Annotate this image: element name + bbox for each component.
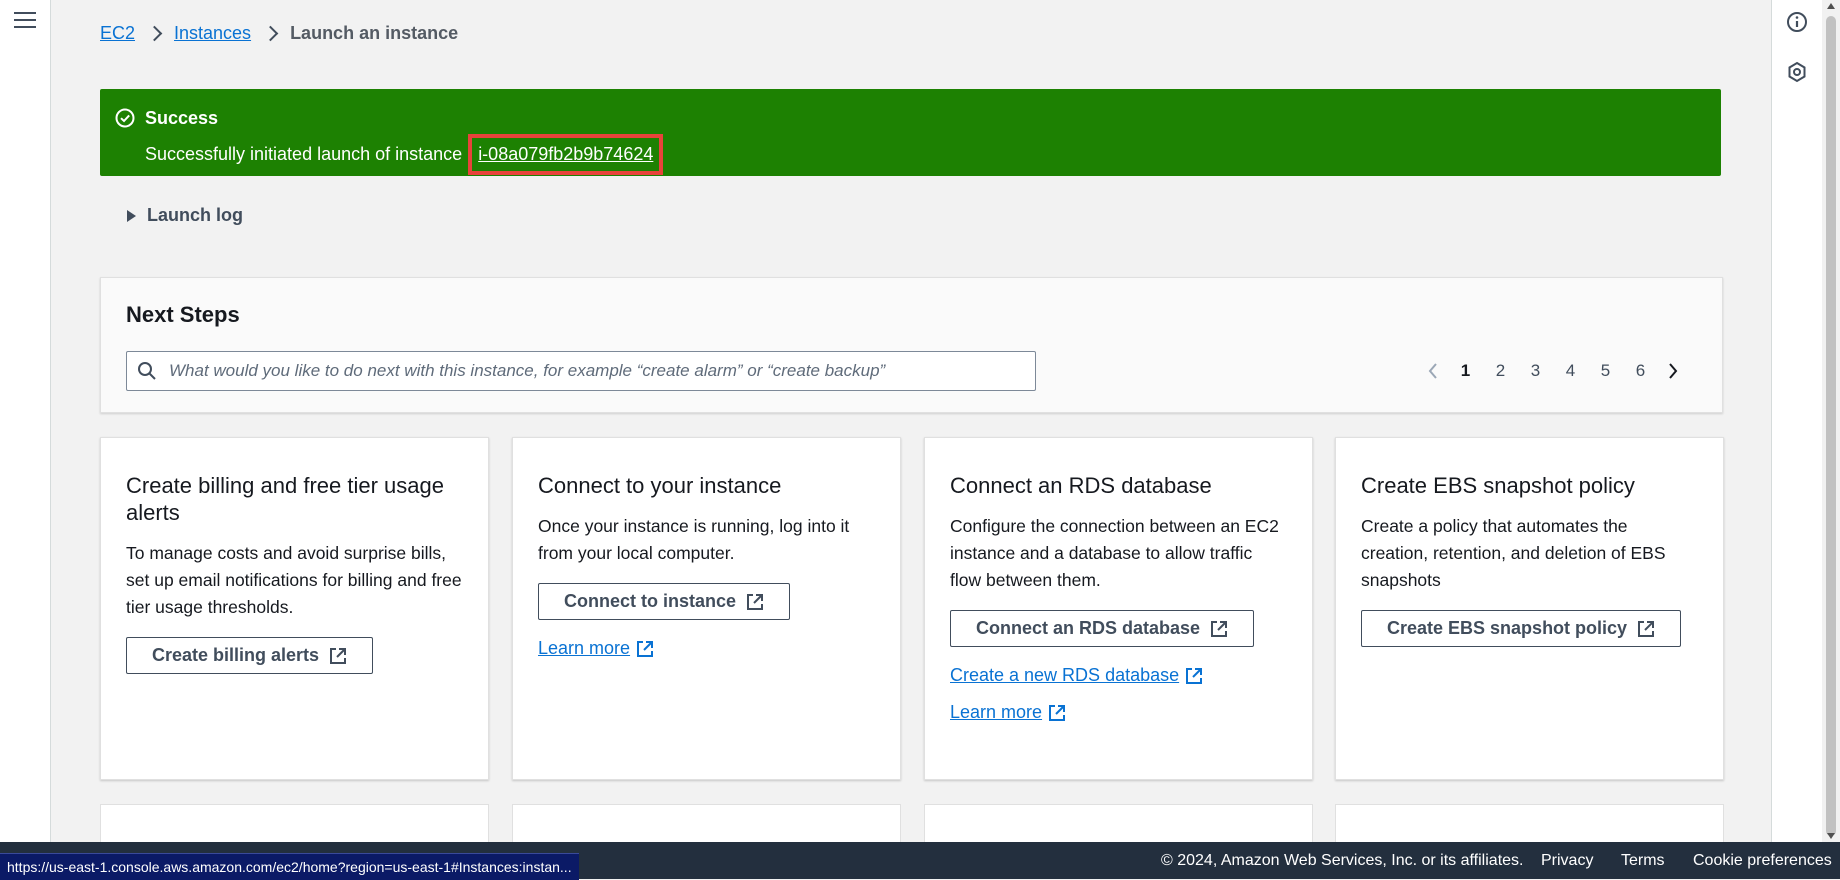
footer-privacy-link[interactable]: Privacy [1541, 852, 1593, 870]
footer-terms-link[interactable]: Terms [1621, 852, 1665, 870]
launch-log-expander[interactable]: Launch log [127, 205, 243, 226]
card-title: Create EBS snapshot policy [1361, 473, 1635, 498]
next-steps-panel: Next Steps 1 2 3 4 5 6 [100, 277, 1723, 413]
success-flashbar: Success Successfully initiated launch of… [100, 89, 1721, 176]
page-2[interactable]: 2 [1483, 361, 1518, 381]
external-link-icon [637, 640, 654, 657]
search-icon [138, 362, 156, 380]
chevron-right-icon [262, 25, 279, 42]
caret-right-icon [127, 209, 136, 222]
check-circle-icon [115, 108, 135, 128]
learn-more-link[interactable]: Learn more [538, 638, 654, 659]
browser-status-url: https://us-east-1.console.aws.amazon.com… [0, 853, 579, 880]
button-label: Connect an RDS database [976, 618, 1201, 638]
breadcrumb: EC2 Instances Launch an instance [100, 23, 458, 44]
learn-more-link[interactable]: Learn more [950, 702, 1066, 723]
breadcrumb-current: Launch an instance [290, 23, 459, 43]
external-link-icon [747, 593, 764, 610]
link-label: Learn more [950, 702, 1043, 722]
card-description: Once your instance is running, log into … [538, 516, 850, 563]
breadcrumb-instances[interactable]: Instances [174, 23, 251, 44]
link-label: Learn more [538, 638, 631, 658]
menu-icon[interactable] [14, 12, 36, 30]
external-link-icon [1638, 620, 1655, 637]
page-4[interactable]: 4 [1553, 361, 1588, 381]
page-5[interactable]: 5 [1588, 361, 1623, 381]
next-steps-search[interactable] [126, 351, 1036, 391]
page-3[interactable]: 3 [1518, 361, 1553, 381]
button-label: Connect to instance [564, 591, 737, 611]
create-ebs-snapshot-policy-button[interactable]: Create EBS snapshot policy [1361, 610, 1682, 647]
footer-copyright: © 2024, Amazon Web Services, Inc. or its… [1161, 852, 1524, 869]
next-page-button[interactable] [1658, 360, 1688, 382]
search-input[interactable] [167, 360, 1035, 382]
button-label: Create EBS snapshot policy [1387, 618, 1628, 638]
prev-page-button[interactable] [1418, 360, 1448, 382]
launch-log-label: Launch log [147, 205, 243, 225]
create-billing-alerts-button[interactable]: Create billing alerts [126, 637, 374, 674]
external-link-icon [330, 647, 347, 664]
card-row2-3 [924, 804, 1313, 845]
scroll-up-arrow-icon[interactable] [1827, 3, 1835, 9]
chevron-left-icon [1428, 363, 1437, 379]
pagination: 1 2 3 4 5 6 [1418, 360, 1688, 382]
scroll-down-arrow-icon[interactable] [1827, 833, 1835, 839]
flash-title: Success [145, 108, 219, 128]
flash-message: Successfully initiated launch of instanc… [145, 134, 664, 175]
card-description: Configure the connection between an EC2 … [950, 516, 1279, 590]
next-steps-title: Next Steps [126, 302, 240, 327]
connect-rds-database-button[interactable]: Connect an RDS database [950, 610, 1255, 647]
card-connect-rds: Connect an RDS database Configure the co… [924, 437, 1313, 780]
chevron-right-icon [1669, 363, 1678, 379]
card-title: Connect an RDS database [950, 473, 1212, 498]
card-connect-instance: Connect to your instance Once your insta… [512, 437, 901, 780]
left-nav-rail [0, 0, 51, 842]
card-ebs-snapshot: Create EBS snapshot policy Create a poli… [1335, 437, 1724, 780]
link-label: Create a new RDS database [950, 665, 1180, 685]
card-title: Connect to your instance [538, 473, 782, 498]
card-title: Create billing and free tier usage alert… [126, 473, 444, 525]
page-6[interactable]: 6 [1623, 361, 1658, 381]
breadcrumb-ec2[interactable]: EC2 [100, 23, 135, 44]
card-row2-2 [512, 804, 901, 845]
external-link-icon [1186, 667, 1203, 684]
card-description: Create a policy that automates the creat… [1361, 516, 1666, 590]
info-icon[interactable] [1785, 10, 1809, 34]
chevron-right-icon [146, 25, 163, 42]
card-row2-1 [100, 804, 489, 845]
right-tools-rail [1771, 0, 1822, 842]
connect-to-instance-button[interactable]: Connect to instance [538, 583, 791, 620]
instance-id-link[interactable]: i-08a079fb2b9b74624 [468, 134, 664, 175]
hexagon-icon[interactable] [1785, 60, 1809, 84]
card-description: To manage costs and avoid surprise bills… [126, 543, 462, 617]
external-link-icon [1211, 620, 1228, 637]
flash-message-text: Successfully initiated launch of instanc… [145, 144, 463, 164]
page-1[interactable]: 1 [1448, 361, 1483, 381]
button-label: Create billing alerts [152, 645, 320, 665]
card-row2-4 [1335, 804, 1724, 845]
page-scrollbar[interactable] [1822, 0, 1840, 842]
footer-cookie-preferences-link[interactable]: Cookie preferences [1693, 852, 1832, 870]
scroll-thumb[interactable] [1826, 16, 1836, 836]
external-link-icon [1049, 704, 1066, 721]
card-billing-alerts: Create billing and free tier usage alert… [100, 437, 489, 780]
create-rds-database-link[interactable]: Create a new RDS database [950, 665, 1203, 686]
